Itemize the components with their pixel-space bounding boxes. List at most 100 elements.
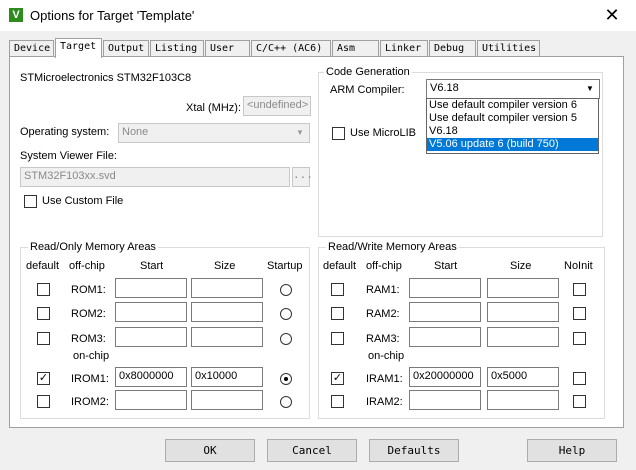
ram1-size-field[interactable] xyxy=(487,278,559,298)
irom2-start-field[interactable] xyxy=(115,390,187,410)
ram2-default-checkbox[interactable] xyxy=(331,307,344,320)
rom2-default-checkbox[interactable] xyxy=(37,307,50,320)
iram2-label: IRAM2: xyxy=(366,396,403,408)
use-microlib-checkbox[interactable] xyxy=(332,127,345,140)
iram2-start-field[interactable] xyxy=(409,390,481,410)
ram1-noinit-checkbox[interactable] xyxy=(573,283,586,296)
os-select[interactable]: None ▼ xyxy=(118,123,310,143)
rom3-start-field[interactable] xyxy=(115,327,187,347)
iram2-default-checkbox[interactable] xyxy=(331,395,344,408)
tab-user[interactable]: User xyxy=(205,40,250,57)
ram1-default-checkbox[interactable] xyxy=(331,283,344,296)
irom1-start-field[interactable]: 0x8000000 xyxy=(115,367,187,387)
close-icon[interactable]: ✕ xyxy=(602,5,622,25)
ram3-start-field[interactable] xyxy=(409,327,481,347)
rw-header-size: Size xyxy=(510,260,532,272)
compiler-option-highlighted[interactable]: V5.06 update 6 (build 750) xyxy=(427,138,598,151)
arm-compiler-select[interactable]: V6.18 ▼ xyxy=(426,79,600,99)
svd-file-field[interactable]: STM32F103xx.svd xyxy=(20,167,290,187)
tab-output[interactable]: Output xyxy=(103,40,149,57)
iram1-label: IRAM1: xyxy=(366,373,403,385)
rw-header-noinit: NoInit xyxy=(564,260,593,272)
iram1-noinit-checkbox[interactable] xyxy=(573,372,586,385)
os-value: None xyxy=(122,126,149,138)
window-title: Options for Target 'Template' xyxy=(30,8,195,23)
rw-memory-title: Read/Write Memory Areas xyxy=(326,241,459,253)
ram2-start-field[interactable] xyxy=(409,302,481,322)
iram2-noinit-checkbox[interactable] xyxy=(573,395,586,408)
ram3-label: RAM3: xyxy=(366,333,400,345)
ram2-noinit-checkbox[interactable] xyxy=(573,307,586,320)
help-button[interactable]: Help xyxy=(527,439,617,462)
cancel-button[interactable]: Cancel xyxy=(267,439,357,462)
iram2-size-field[interactable] xyxy=(487,390,559,410)
defaults-button[interactable]: Defaults xyxy=(369,439,459,462)
irom1-label: IROM1: xyxy=(71,373,109,385)
irom1-default-checkbox[interactable]: ✓ xyxy=(37,372,50,385)
irom2-label: IROM2: xyxy=(71,396,109,408)
tab-device[interactable]: Device xyxy=(9,40,54,57)
chevron-down-icon[interactable]: ▼ xyxy=(582,81,598,97)
tab-cpp[interactable]: C/C++ (AC6) xyxy=(251,40,331,57)
ro-header-start: Start xyxy=(140,260,164,272)
use-custom-file-checkbox[interactable] xyxy=(24,195,37,208)
compiler-option[interactable]: Use default compiler version 6 xyxy=(427,99,598,112)
rom2-label: ROM2: xyxy=(71,308,106,320)
ram2-size-field[interactable] xyxy=(487,302,559,322)
keil-app-icon: V xyxy=(9,8,23,22)
rom1-start-field[interactable] xyxy=(115,278,187,298)
ok-button[interactable]: OK xyxy=(165,439,255,462)
tab-debug[interactable]: Debug xyxy=(429,40,476,57)
ro-memory-title: Read/Only Memory Areas xyxy=(28,241,158,253)
ram3-size-field[interactable] xyxy=(487,327,559,347)
rom1-default-checkbox[interactable] xyxy=(37,283,50,296)
arm-compiler-label: ARM Compiler: xyxy=(330,84,405,96)
rom3-startup-radio[interactable] xyxy=(280,333,292,345)
code-generation-title: Code Generation xyxy=(324,66,412,78)
ram3-noinit-checkbox[interactable] xyxy=(573,332,586,345)
tab-utilities[interactable]: Utilities xyxy=(477,40,540,57)
xtal-field[interactable]: <undefined> xyxy=(243,96,311,116)
irom1-startup-radio[interactable] xyxy=(280,373,292,385)
ro-onchip-label: on-chip xyxy=(73,350,110,362)
ram3-default-checkbox[interactable] xyxy=(331,332,344,345)
rom2-startup-radio[interactable] xyxy=(280,308,292,320)
ro-header-default: default xyxy=(26,260,60,272)
rw-onchip-label: on-chip xyxy=(368,350,405,362)
compiler-option[interactable]: V6.18 xyxy=(427,125,598,138)
title-bar: V Options for Target 'Template' ✕ xyxy=(0,0,636,31)
rw-header-start: Start xyxy=(434,260,458,272)
svd-label: System Viewer File: xyxy=(20,150,117,162)
rom3-default-checkbox[interactable] xyxy=(37,332,50,345)
tab-asm[interactable]: Asm xyxy=(332,40,379,57)
tab-target[interactable]: Target xyxy=(55,38,102,58)
rom3-size-field[interactable] xyxy=(191,327,263,347)
rom1-label: ROM1: xyxy=(71,284,106,296)
iram1-size-field[interactable]: 0x5000 xyxy=(487,367,559,387)
use-custom-file-label: Use Custom File xyxy=(42,195,124,207)
os-label: Operating system: xyxy=(20,126,110,138)
tab-linker[interactable]: Linker xyxy=(380,40,428,57)
irom2-startup-radio[interactable] xyxy=(280,396,292,408)
rom2-size-field[interactable] xyxy=(191,302,263,322)
irom2-default-checkbox[interactable] xyxy=(37,395,50,408)
ram2-label: RAM2: xyxy=(366,308,400,320)
ram1-label: RAM1: xyxy=(366,284,400,296)
rw-header-offchip: off-chip xyxy=(366,260,402,272)
chevron-down-icon: ▼ xyxy=(296,128,304,137)
ram1-start-field[interactable] xyxy=(409,278,481,298)
irom2-size-field[interactable] xyxy=(191,390,263,410)
xtal-label: Xtal (MHz): xyxy=(186,102,241,114)
iram1-start-field[interactable]: 0x20000000 xyxy=(409,367,481,387)
svd-browse-button[interactable]: ... xyxy=(292,167,313,187)
rom1-startup-radio[interactable] xyxy=(280,284,292,296)
rom2-start-field[interactable] xyxy=(115,302,187,322)
iram1-default-checkbox[interactable]: ✓ xyxy=(331,372,344,385)
ro-header-startup: Startup xyxy=(267,260,303,272)
compiler-option[interactable]: Use default compiler version 5 xyxy=(427,112,598,125)
use-microlib-label: Use MicroLIB xyxy=(350,127,417,139)
rom1-size-field[interactable] xyxy=(191,278,263,298)
rom3-label: ROM3: xyxy=(71,333,106,345)
irom1-size-field[interactable]: 0x10000 xyxy=(191,367,263,387)
tab-listing[interactable]: Listing xyxy=(150,40,204,57)
